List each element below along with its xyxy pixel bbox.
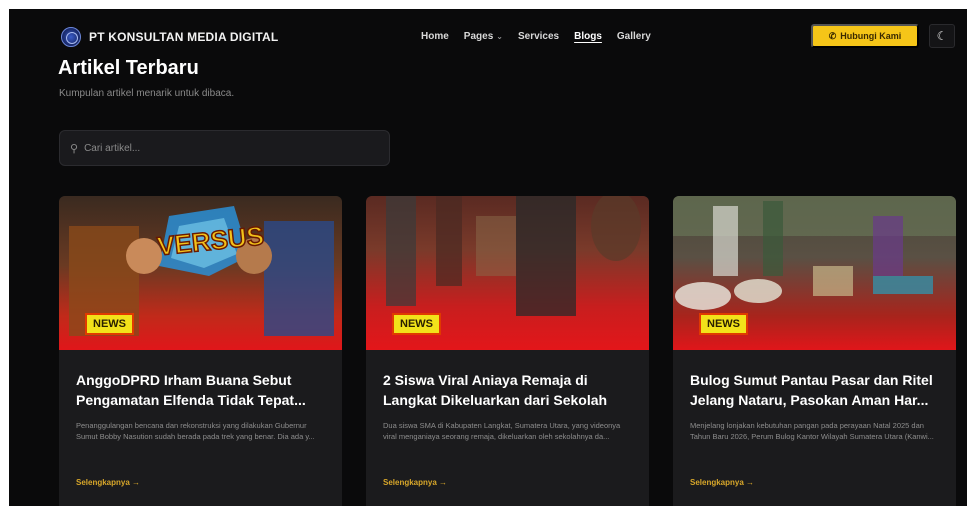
logo-icon — [61, 27, 81, 47]
brand-logo[interactable]: PT KONSULTAN MEDIA DIGITAL — [61, 27, 278, 47]
article-title[interactable]: AnggoDPRD Irham Buana Sebut Pengamatan E… — [76, 370, 326, 410]
nav-blogs-label: Blogs — [574, 31, 602, 42]
search-input[interactable] — [84, 142, 365, 154]
read-more-link[interactable]: Selengkapnya → — [76, 478, 140, 487]
nav-home-label: Home — [421, 31, 449, 42]
page-frame: PT KONSULTAN MEDIA DIGITAL Home Pages ⌄ S… — [9, 9, 967, 506]
search-icon: ⚲ — [70, 142, 79, 155]
contact-button[interactable]: ✆ Hubungi Kami — [811, 24, 919, 48]
nav-home[interactable]: Home — [421, 31, 449, 42]
article-card[interactable]: VERSUS NEWS AnggoDPRD Irham Buana Sebut … — [59, 196, 342, 506]
read-more-link[interactable]: Selengkapnya → — [383, 478, 447, 487]
search-box: ⚲ — [59, 130, 390, 166]
main-nav: Home Pages ⌄ Services Blogs Gallery — [421, 31, 651, 42]
page-subtitle: Kumpulan artikel menarik untuk dibaca. — [59, 88, 235, 99]
article-excerpt: Menjelang lonjakan kebutuhan pangan pada… — [690, 421, 934, 441]
phone-icon: ✆ — [828, 30, 837, 41]
nav-gallery[interactable]: Gallery — [617, 31, 651, 42]
brand-name: PT KONSULTAN MEDIA DIGITAL — [89, 30, 279, 44]
article-card[interactable]: NEWS 2 Siswa Viral Aniaya Remaja di Lang… — [366, 196, 649, 506]
contact-button-label: Hubungi Kami — [840, 31, 902, 41]
article-title[interactable]: Bulog Sumut Pantau Pasar dan Ritel Jelan… — [690, 370, 940, 410]
read-more-link[interactable]: Selengkapnya → — [690, 478, 754, 487]
nav-pages-label: Pages — [463, 31, 494, 42]
nav-services[interactable]: Services — [518, 31, 559, 42]
article-card[interactable]: NEWS Bulog Sumut Pantau Pasar dan Ritel … — [673, 196, 956, 506]
nav-gallery-label: Gallery — [616, 31, 651, 42]
nav-pages[interactable]: Pages ⌄ — [464, 31, 503, 42]
article-excerpt: Penanggulangan bencana dan rekonstruksi … — [76, 421, 315, 441]
news-badge: NEWS — [699, 313, 748, 335]
article-excerpt: Dua siswa SMA di Kabupaten Langkat, Suma… — [383, 421, 621, 441]
article-title[interactable]: 2 Siswa Viral Aniaya Remaja di Langkat D… — [383, 370, 633, 410]
moon-icon: ☾ — [936, 29, 948, 43]
nav-blogs[interactable]: Blogs — [574, 31, 602, 42]
page-title: Artikel Terbaru — [58, 57, 199, 79]
theme-toggle-button[interactable]: ☾ — [929, 24, 955, 48]
news-badge: NEWS — [392, 313, 441, 335]
news-badge: NEWS — [85, 313, 134, 335]
chevron-down-icon: ⌄ — [496, 32, 503, 41]
nav-services-label: Services — [517, 31, 560, 42]
